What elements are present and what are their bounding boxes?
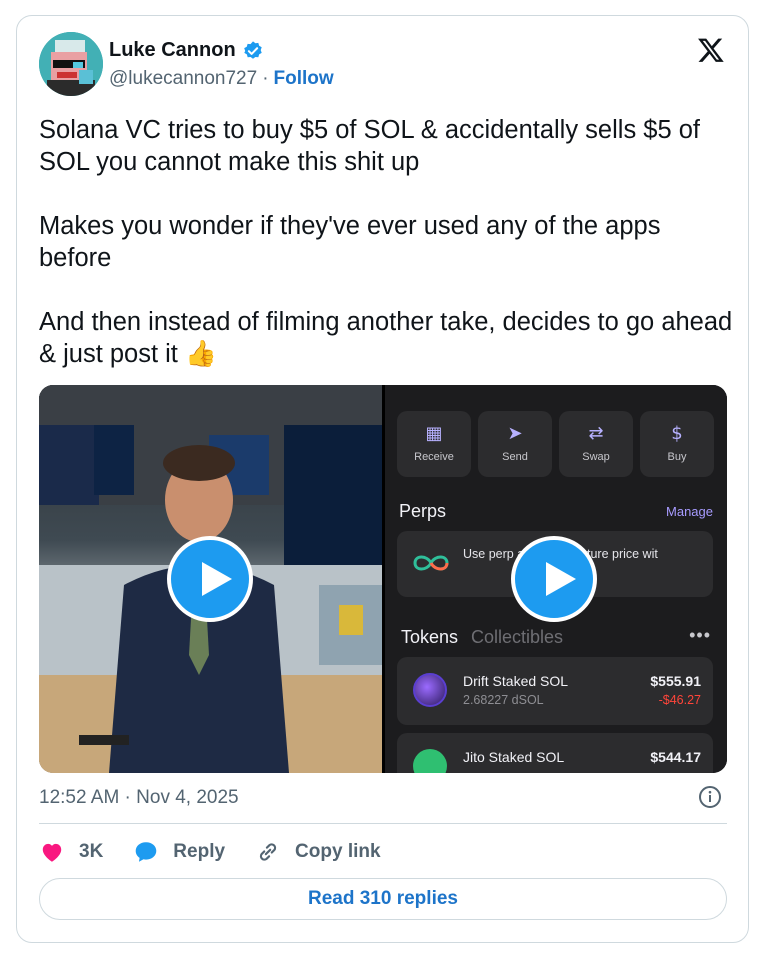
collectibles-tab: Collectibles [471, 627, 564, 647]
copy-link-label: Copy link [295, 841, 381, 862]
x-logo-icon[interactable] [696, 36, 726, 64]
swap-icon: ⇄ [588, 423, 604, 444]
play-button-right[interactable] [511, 536, 597, 622]
avatar[interactable] [39, 32, 103, 96]
receive-action: ▦ Receive [397, 411, 471, 477]
follow-button[interactable]: Follow [274, 68, 334, 90]
tweet-text: Solana VC tries to buy $5 of SOL & accid… [39, 116, 733, 368]
like-button[interactable]: 3K [39, 839, 103, 865]
tokens-tab: Tokens [401, 627, 459, 647]
tweet-card: Luke Cannon @lukecannon727 · Follow Sola… [16, 15, 749, 943]
copy-link-button[interactable]: Copy link [255, 839, 381, 865]
link-icon [259, 843, 277, 861]
send-icon: ➤ [507, 423, 523, 444]
play-button-left[interactable] [167, 536, 253, 622]
token-value: $555.91 [650, 673, 701, 689]
token-amount: 2.68227 dSOL [463, 693, 544, 707]
reply-button[interactable]: Reply [133, 839, 225, 865]
divider [39, 823, 727, 824]
qr-icon: ▦ [425, 423, 443, 444]
jito-sol-icon [413, 749, 447, 773]
timestamp[interactable]: 12:52 AM · Nov 4, 2025 [39, 787, 239, 809]
reply-label: Reply [173, 841, 226, 862]
token-name: Drift Staked SOL [463, 673, 569, 689]
drift-sol-icon [413, 673, 447, 707]
perps-title: Perps [399, 501, 447, 521]
info-icon[interactable] [698, 785, 722, 809]
token-row: Jito Staked SOL $544.17 [397, 733, 713, 773]
media-grid: ▦ Receive ➤ Send ⇄ Swap $ Buy Perps Mana… [39, 385, 727, 773]
token-row: Drift Staked SOL 2.68227 dSOL $555.91 -$… [397, 657, 713, 725]
send-action: ➤ Send [478, 411, 552, 477]
like-count: 3K [79, 841, 104, 862]
buy-action: $ Buy [640, 411, 714, 477]
reply-bubble-icon [136, 842, 157, 862]
more-icon: ••• [689, 625, 711, 645]
engagement-bar: 3K Reply Copy link [39, 838, 411, 866]
wallet-actions: ▦ Receive ➤ Send ⇄ Swap $ Buy [397, 411, 714, 477]
video-thumbnail-right[interactable]: ▦ Receive ➤ Send ⇄ Swap $ Buy Perps Mana… [385, 385, 727, 773]
author-name[interactable]: Luke Cannon [109, 39, 236, 62]
manage-link: Manage [666, 504, 713, 519]
token-value: $544.17 [650, 749, 701, 765]
heart-icon [42, 843, 62, 862]
verified-badge-icon [243, 40, 262, 59]
read-replies-button[interactable]: Read 310 replies [39, 878, 727, 920]
swap-action: ⇄ Swap [559, 411, 633, 477]
perps-logo-icon [413, 555, 449, 571]
handle-separator: · [262, 68, 269, 89]
token-change: -$46.27 [658, 693, 701, 707]
author-handle[interactable]: @lukecannon727 [109, 68, 257, 90]
video-thumbnail-left[interactable] [39, 385, 382, 773]
dollar-icon: $ [671, 423, 683, 444]
token-name: Jito Staked SOL [463, 749, 565, 765]
